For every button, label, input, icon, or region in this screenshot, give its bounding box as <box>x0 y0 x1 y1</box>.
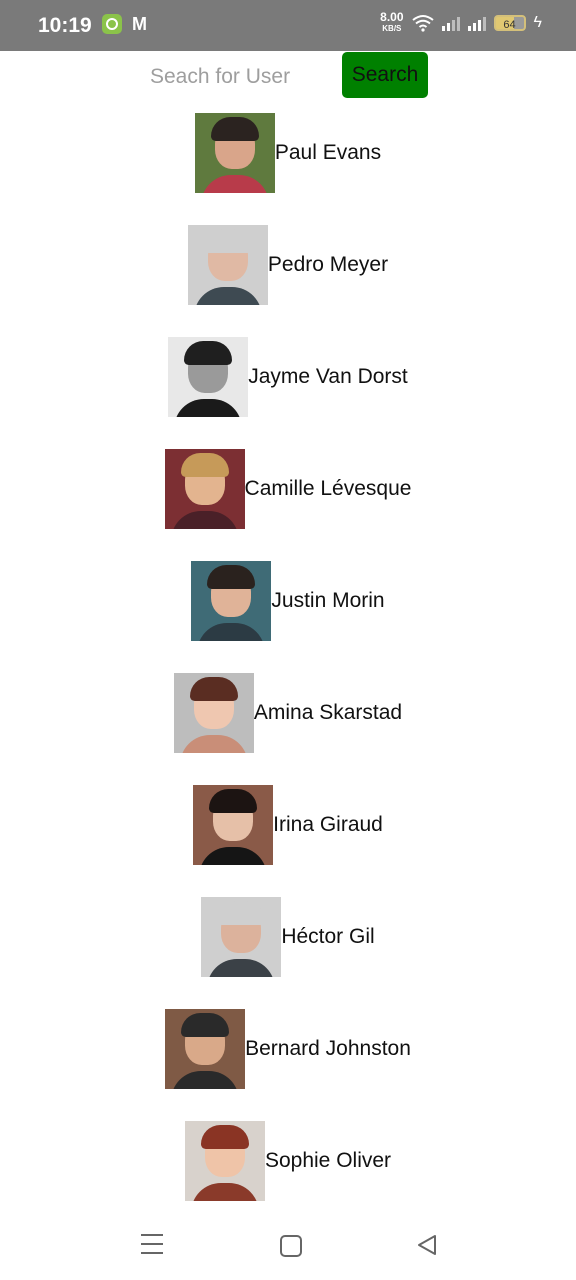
user-name: Pedro Meyer <box>267 253 389 276</box>
user-name: Sophie Oliver <box>264 1149 392 1172</box>
user-name: Bernard Johnston <box>245 1037 411 1060</box>
user-list-item[interactable]: Amina Skarstad <box>0 673 576 753</box>
user-list-item[interactable]: Paul Evans <box>0 113 576 193</box>
user-list-item[interactable]: Jayme Van Dorst <box>0 337 576 417</box>
search-input[interactable] <box>148 59 332 95</box>
battery-icon: 64 <box>493 15 526 31</box>
user-name: Irina Giraud <box>273 813 383 836</box>
user-list-item[interactable]: Bernard Johnston <box>0 1009 576 1089</box>
user-avatar <box>194 113 275 193</box>
user-avatar <box>187 225 268 305</box>
signal-icon-sim1 <box>441 15 460 31</box>
notification-icons: M <box>102 14 147 34</box>
user-list-item[interactable]: Pedro Meyer <box>0 225 576 305</box>
signal-icon-sim2 <box>467 15 486 31</box>
search-button[interactable]: Search <box>342 52 428 98</box>
gmail-icon: M <box>132 14 147 34</box>
user-list-item[interactable]: Héctor Gil <box>0 897 576 977</box>
status-time: 10:19 <box>38 14 92 37</box>
user-avatar <box>193 785 274 865</box>
user-list-item[interactable]: Camille Lévesque <box>0 449 576 529</box>
user-name: Justin Morin <box>271 589 385 612</box>
wifi-icon <box>411 15 434 32</box>
user-name: Camille Lévesque <box>244 477 412 500</box>
user-avatar <box>184 1121 265 1201</box>
home-icon[interactable] <box>280 1235 302 1257</box>
user-list-item[interactable]: Irina Giraud <box>0 785 576 865</box>
user-list-item[interactable]: Justin Morin <box>0 561 576 641</box>
user-name: Amina Skarstad <box>253 701 403 724</box>
back-icon[interactable] <box>416 1234 438 1256</box>
speed-unit: KB/S <box>382 24 402 33</box>
user-avatar <box>201 897 282 977</box>
status-indicators: 8.00 KB/S 64 ϟ <box>380 10 542 34</box>
user-avatar <box>168 337 249 417</box>
user-avatar <box>191 561 272 641</box>
user-name: Héctor Gil <box>281 925 375 948</box>
user-avatar <box>164 449 245 529</box>
user-name: Paul Evans <box>274 141 382 164</box>
charging-icon: ϟ <box>533 14 542 31</box>
search-bar: Search <box>0 51 576 103</box>
user-list-item[interactable]: Sophie Oliver <box>0 1121 576 1201</box>
navigation-bar <box>0 1210 576 1280</box>
user-avatar <box>173 673 254 753</box>
battery-level: 64 <box>503 19 516 31</box>
user-name: Jayme Van Dorst <box>248 365 408 388</box>
user-avatar <box>165 1009 246 1089</box>
speed-value: 8.00 <box>380 10 404 24</box>
menu-icon[interactable] <box>141 1234 163 1254</box>
network-speed: 8.00 KB/S <box>380 10 404 34</box>
status-bar: 10:19 M 8.00 KB/S 64 ϟ <box>0 0 576 51</box>
app-notification-icon <box>102 14 122 34</box>
